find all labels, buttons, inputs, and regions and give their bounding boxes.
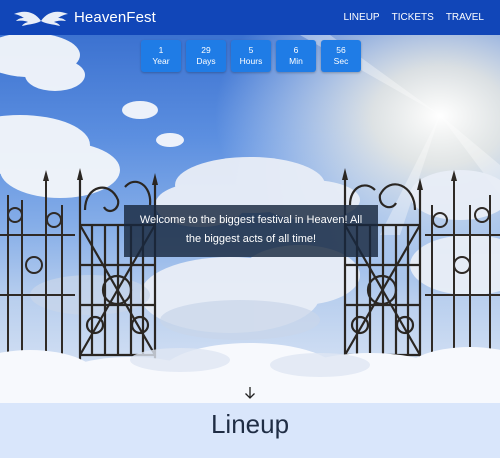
countdown-unit: Min <box>289 56 303 66</box>
countdown-unit: Year <box>152 56 170 66</box>
countdown-value: 1 <box>158 45 164 55</box>
hero-section: 1 Year 29 Days 5 Hours 6 Min 56 Sec Welc… <box>0 35 500 403</box>
countdown-value: 6 <box>293 45 299 55</box>
nav-link-lineup[interactable]: LINEUP <box>343 12 379 23</box>
brand-name: HeavenFest <box>74 9 156 26</box>
nav-link-tickets[interactable]: TICKETS <box>392 12 434 23</box>
countdown-unit: Days <box>196 56 216 66</box>
nav-links: LINEUP TICKETS TRAVEL <box>331 12 484 23</box>
nav-link-travel[interactable]: TRAVEL <box>446 12 484 23</box>
countdown-unit: Hours <box>239 56 263 66</box>
welcome-line-1: Welcome to the biggest festival in Heave… <box>139 214 363 226</box>
wings-icon <box>14 11 68 26</box>
countdown-minutes: 6 Min <box>276 40 316 72</box>
countdown-value: 29 <box>201 45 211 55</box>
navbar: HeavenFest LINEUP TICKETS TRAVEL <box>0 0 500 35</box>
lineup-title: Lineup <box>210 409 290 439</box>
countdown-seconds: 56 Sec <box>321 40 361 72</box>
brand-link[interactable]: HeavenFest <box>12 8 156 28</box>
arrow-down-icon[interactable] <box>244 386 256 400</box>
countdown-unit: Sec <box>333 56 349 66</box>
countdown-value: 56 <box>336 45 346 55</box>
welcome-line-2: the biggest acts of all time! <box>185 233 317 245</box>
countdown-timer: 1 Year 29 Days 5 Hours 6 Min 56 Sec <box>141 40 361 72</box>
countdown-days: 29 Days <box>186 40 226 72</box>
countdown-value: 5 <box>248 45 254 55</box>
countdown-hours: 5 Hours <box>231 40 271 72</box>
welcome-banner: Welcome to the biggest festival in Heave… <box>124 205 378 257</box>
countdown-years: 1 Year <box>141 40 181 72</box>
lineup-section: Lineup <box>0 403 500 458</box>
